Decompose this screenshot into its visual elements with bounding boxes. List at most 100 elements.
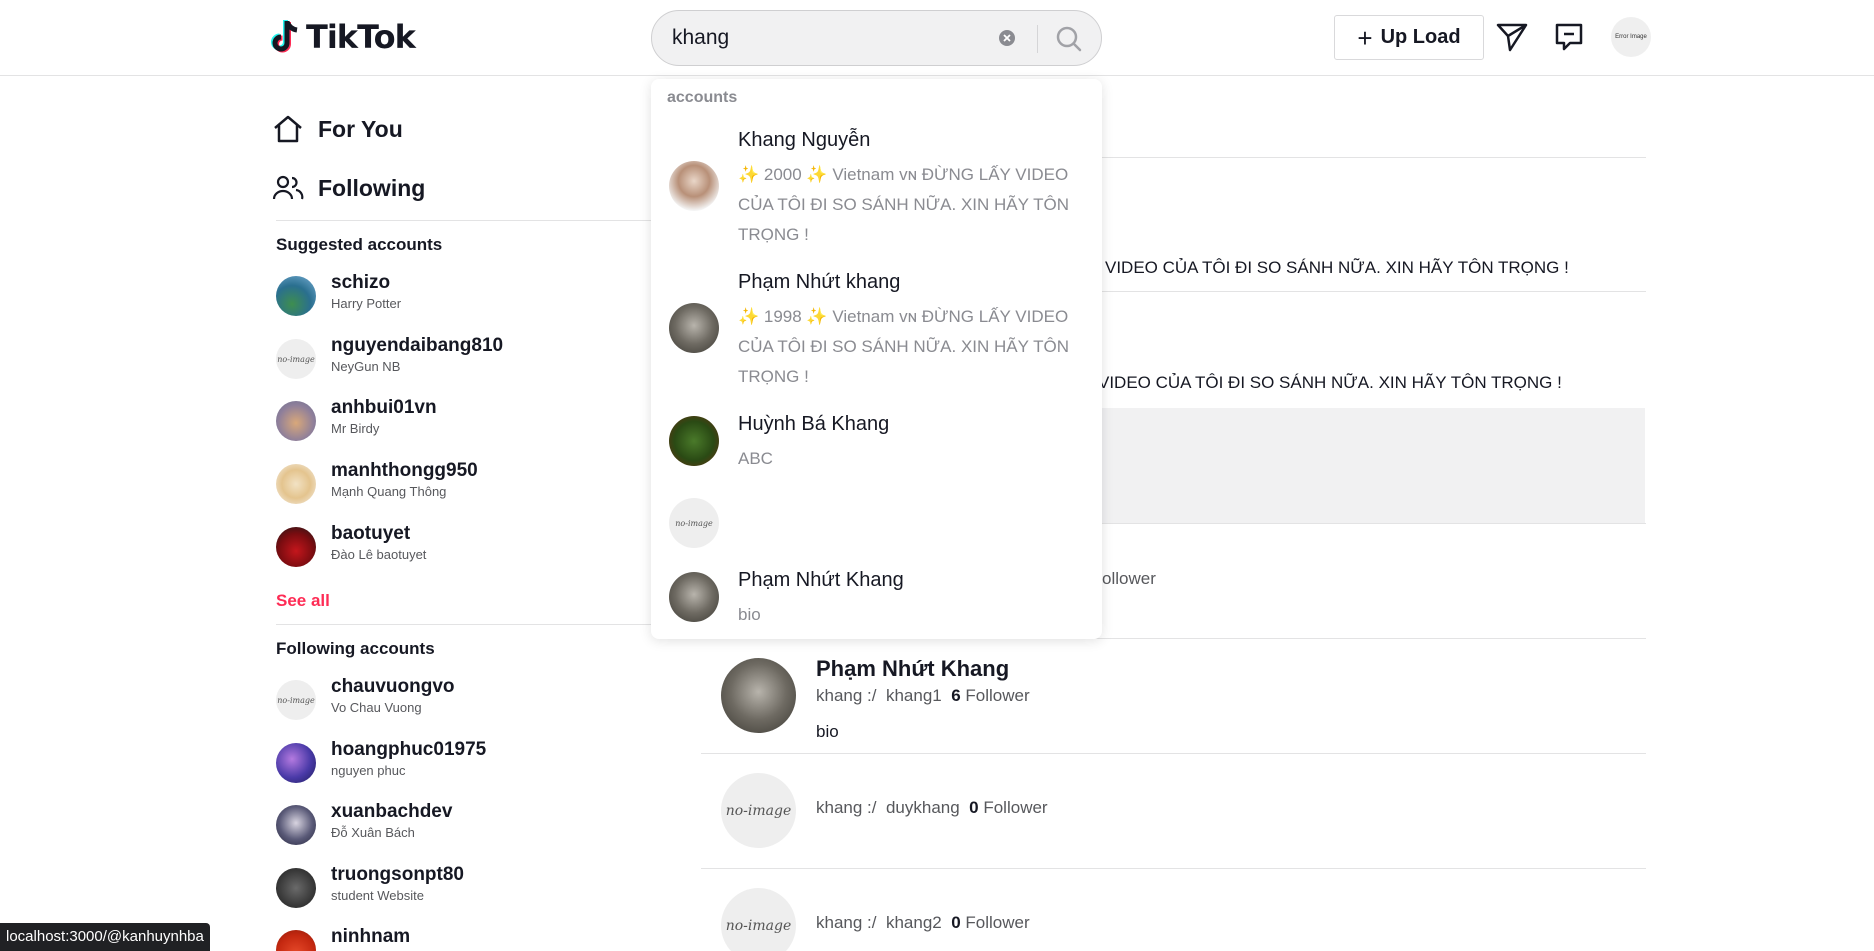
following-account[interactable]: xuanbachdev Đỗ Xuân Bách — [276, 799, 656, 851]
avatar — [276, 868, 316, 908]
avatar: no-image — [276, 680, 316, 720]
account-name: Huỳnh Bá Khang — [738, 413, 890, 435]
avatar — [669, 161, 719, 211]
see-all-link[interactable]: See all — [276, 591, 330, 611]
avatar — [276, 527, 316, 567]
avatar — [276, 464, 316, 504]
plus-icon: + — [1357, 22, 1373, 53]
tiktok-note-icon — [271, 20, 298, 53]
account-bio: bio — [738, 605, 761, 624]
avatar — [669, 416, 719, 466]
follower-count: 6 — [951, 686, 961, 705]
account-name: student Website — [331, 888, 424, 903]
avatar — [669, 572, 719, 622]
account-bio: ABC — [738, 449, 773, 468]
account-name: nguyen phuc — [331, 763, 406, 778]
account-name: Đào Lê baotuyet — [331, 547, 427, 562]
nav-for-you[interactable]: For You — [272, 114, 403, 144]
account-username: hoangphuc01975 — [331, 739, 487, 760]
avatar — [721, 658, 796, 733]
follower-label-partial: ollower — [1102, 569, 1156, 588]
avatar — [276, 401, 316, 441]
account-bio: ✨ 2000 ✨ Vietnam ᴠɴ ĐỪNG LẤY VIDEO CỦA T… — [738, 165, 1069, 244]
avatar: no-image — [276, 339, 316, 379]
row-divider — [701, 868, 1646, 869]
follower-count: 0 — [969, 798, 979, 817]
result-bio-text: VIDEO CỦA TÔI ĐI SO SÁNH NỮA. XIN HÃY TÔ… — [1098, 373, 1562, 392]
account-name: Phạm Nhứt Khang — [738, 569, 904, 591]
following-account[interactable]: hoangphuc01975 nguyen phuc — [276, 737, 656, 789]
following-account[interactable]: truongsonpt80 student Website — [276, 862, 656, 914]
search-divider — [1037, 25, 1038, 53]
account-username: xuanbachdev — [331, 801, 453, 822]
result-title: Phạm Nhứt Khang — [816, 656, 1010, 681]
tiktok-logo[interactable]: TikTok — [270, 18, 416, 56]
account-username: manhthongg950 — [331, 460, 478, 481]
upload-label: Up Load — [1380, 26, 1461, 48]
account-name: Vo Chau Vuong — [331, 700, 422, 715]
result-row[interactable]: no-image khang :/ khang2 0 Follower — [721, 888, 1646, 951]
link-status-bar: localhost:3000/@kanhuynhba — [0, 923, 210, 951]
following-account[interactable]: ninhnam — [276, 924, 656, 951]
home-icon — [274, 115, 302, 143]
profile-avatar[interactable]: Error Image — [1611, 17, 1651, 57]
search-dropdown: accounts Khang Nguyễn ✨ 2000 ✨ Vietnam ᴠ… — [651, 79, 1102, 639]
result-bio-text: VIDEO CỦA TÔI ĐI SO SÁNH NỮA. XIN HÃY TÔ… — [1105, 258, 1569, 277]
row-divider — [701, 753, 1646, 754]
dropdown-account[interactable]: no-image — [669, 495, 1089, 555]
suggested-account[interactable]: manhthongg950 Mạnh Quang Thông — [276, 458, 656, 510]
account-name: NeyGun NB — [331, 359, 401, 374]
dropdown-account[interactable]: Phạm Nhứt khang ✨ 1998 ✨ Vietnam ᴠɴ ĐỪNG… — [669, 271, 1089, 396]
dropdown-account[interactable]: Huỳnh Bá Khang ABC — [669, 413, 1089, 478]
account-name: Harry Potter — [331, 296, 402, 311]
upload-button[interactable]: + Up Load — [1334, 15, 1484, 60]
sidebar-divider — [276, 624, 652, 625]
avatar: no-image — [721, 773, 796, 848]
search-input[interactable] — [672, 26, 992, 50]
dropdown-account[interactable]: Phạm Nhứt Khang bio — [669, 569, 1089, 631]
send-icon[interactable] — [1496, 22, 1528, 52]
suggested-account[interactable]: baotuyet Đào Lê baotuyet — [276, 521, 656, 573]
account-username: schizo — [331, 272, 391, 293]
sidebar-divider — [276, 220, 652, 221]
no-image-text: no-image — [675, 518, 713, 528]
search-bar — [651, 10, 1102, 66]
follower-count: 0 — [951, 913, 961, 932]
no-image-text: no-image — [277, 695, 315, 705]
result-handle: khang2 — [885, 913, 942, 932]
result-handle: duykhang — [885, 798, 960, 817]
nav-following[interactable]: Following — [272, 174, 425, 202]
header: TikTok + Up Load Error Image — [0, 0, 1874, 76]
result-nickname: khang :/ — [816, 798, 877, 817]
account-username: truongsonpt80 — [331, 864, 464, 885]
suggested-heading: Suggested accounts — [276, 235, 443, 254]
follower-label: Follower — [983, 798, 1048, 817]
avatar — [276, 805, 316, 845]
message-icon[interactable] — [1554, 22, 1584, 52]
nav-for-you-label: For You — [318, 115, 403, 142]
avatar — [276, 743, 316, 783]
result-row[interactable]: no-image khang :/ duykhang 0 Follower — [721, 773, 1646, 853]
account-username: chauvuongvo — [331, 676, 455, 697]
follower-label: Follower — [965, 686, 1030, 705]
result-row[interactable]: Phạm Nhứt Khang khang :/ khang1 6 Follow… — [721, 656, 1646, 741]
avatar — [276, 276, 316, 316]
account-username: nguyendaibang810 — [331, 335, 504, 356]
account-name: Mạnh Quang Thông — [331, 484, 447, 499]
result-bio: bio — [816, 722, 839, 741]
suggested-account[interactable]: schizo Harry Potter — [276, 270, 656, 322]
avatar — [669, 303, 719, 353]
result-meta: khang :/ khang1 6 Follower — [816, 686, 1030, 706]
following-account[interactable]: no-image chauvuongvo Vo Chau Vuong — [276, 674, 656, 726]
result-meta: khang :/ duykhang 0 Follower — [816, 798, 1048, 818]
dropdown-account[interactable]: Khang Nguyễn ✨ 2000 ✨ Vietnam ᴠɴ ĐỪNG LẤ… — [669, 129, 1089, 254]
suggested-account[interactable]: no-image nguyendaibang810 NeyGun NB — [276, 333, 656, 385]
suggested-account[interactable]: anhbui01vn Mr Birdy — [276, 395, 656, 447]
no-image-text: no-image — [725, 802, 792, 819]
search-icon[interactable] — [1052, 24, 1086, 54]
account-name: Đỗ Xuân Bách — [331, 825, 415, 840]
following-heading: Following accounts — [276, 639, 435, 658]
account-bio: ✨ 1998 ✨ Vietnam ᴠɴ ĐỪNG LẤY VIDEO CỦA T… — [738, 307, 1069, 386]
follower-label: Follower — [965, 913, 1030, 932]
clear-icon[interactable] — [998, 29, 1016, 47]
